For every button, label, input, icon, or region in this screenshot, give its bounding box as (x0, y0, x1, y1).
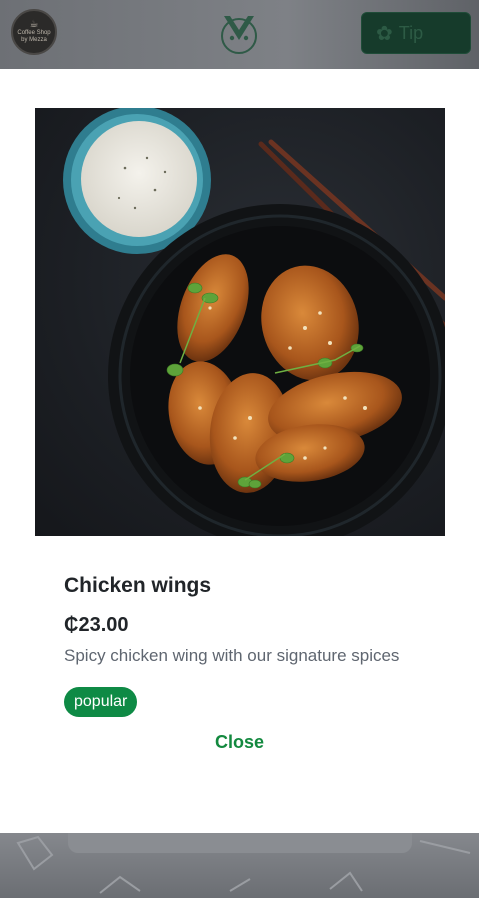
item-photo (35, 108, 445, 536)
tip-button-label: Tip (398, 22, 424, 43)
popular-tag: popular (64, 687, 138, 717)
hands-icon: ✿ (376, 22, 393, 45)
close-button[interactable]: Close (0, 732, 479, 753)
item-price: ₵23.00 (64, 614, 129, 636)
center-logo-icon (218, 10, 260, 54)
tip-button[interactable]: ✿ Tip (361, 12, 471, 54)
brand-badge-line1: Coffee Shop (17, 30, 51, 36)
top-bar: ☕ Coffee Shop by Mezza ✿ Tip (0, 0, 479, 69)
item-name: Chicken wings (64, 574, 212, 597)
background-card (68, 833, 412, 853)
coffee-cup-icon: ☕ (29, 19, 39, 30)
item-description: Spicy chicken wing with our signature sp… (64, 646, 400, 665)
item-detail-modal: Chicken wings ₵23.00 Spicy chicken wing … (0, 69, 479, 833)
background-bottom (0, 833, 479, 898)
brand-logo[interactable]: ☕ Coffee Shop by Mezza (11, 9, 57, 55)
brand-badge-line2: by Mezza (21, 37, 47, 43)
